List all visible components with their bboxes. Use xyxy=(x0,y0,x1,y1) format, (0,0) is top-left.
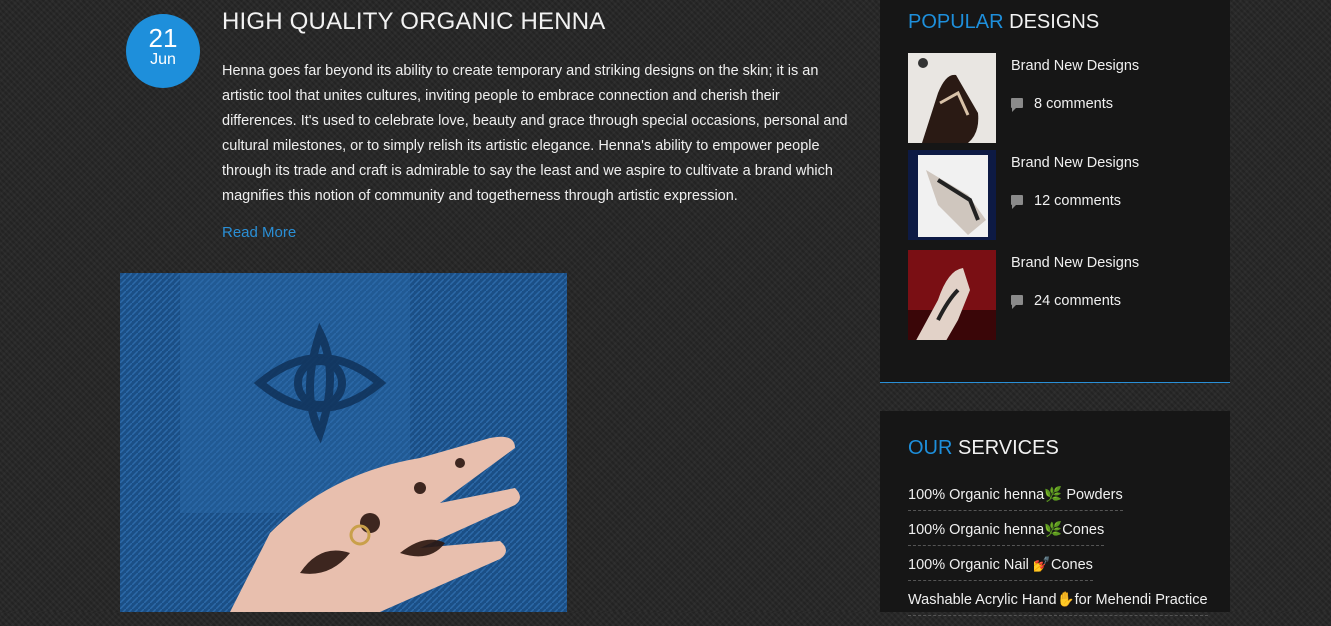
our-services-title: OUR SERVICES xyxy=(908,437,1059,460)
read-more-link[interactable]: Read More xyxy=(222,224,296,241)
service-item: 100% Organic henna🌿 Powders xyxy=(908,486,1208,521)
popular-item-comments[interactable]: 24 comments xyxy=(1011,293,1121,309)
popular-item[interactable]: Brand New Designs 12 comments xyxy=(908,150,1208,242)
services-list: 100% Organic henna🌿 Powders 100% Organic… xyxy=(908,486,1208,626)
popular-designs-widget: POPULAR DESIGNS Brand New Designs 8 comm… xyxy=(880,0,1230,383)
popular-item-thumbnail[interactable] xyxy=(908,53,996,143)
popular-item-title[interactable]: Brand New Designs xyxy=(1011,58,1139,74)
comment-icon xyxy=(1011,295,1023,309)
service-item: Washable Acrylic Hand✋for Mehendi Practi… xyxy=(908,591,1208,626)
popular-designs-title: POPULAR DESIGNS xyxy=(908,11,1099,34)
post-excerpt: Henna goes far beyond its ability to cre… xyxy=(222,63,848,204)
popular-item-title[interactable]: Brand New Designs xyxy=(1011,155,1139,171)
popular-item-thumbnail[interactable] xyxy=(908,250,996,340)
service-link[interactable]: Washable Acrylic Hand✋for Mehendi Practi… xyxy=(908,591,1208,616)
post-featured-image[interactable] xyxy=(120,273,567,612)
popular-item[interactable]: Brand New Designs 8 comments xyxy=(908,53,1208,145)
services-title-accent: OUR xyxy=(908,437,953,459)
popular-title-rest: DESIGNS xyxy=(1003,11,1100,33)
post-date-day: 21 xyxy=(148,23,178,53)
comment-count: 24 comments xyxy=(1034,293,1122,309)
comment-icon xyxy=(1011,98,1023,112)
comment-count: 12 comments xyxy=(1034,193,1122,209)
service-item: 100% Organic Nail 💅Cones xyxy=(908,556,1208,591)
comment-icon xyxy=(1011,195,1023,209)
popular-item[interactable]: Brand New Designs 24 comments xyxy=(908,250,1208,342)
popular-item-thumbnail[interactable] xyxy=(908,150,996,240)
popular-item-title[interactable]: Brand New Designs xyxy=(1011,255,1139,271)
popular-item-comments[interactable]: 8 comments xyxy=(1011,96,1113,112)
comment-count: 8 comments xyxy=(1034,96,1113,112)
post-title[interactable]: HIGH QUALITY ORGANIC HENNA xyxy=(222,8,605,36)
post-date-badge: 21 Jun xyxy=(126,14,200,88)
service-link[interactable]: 100% Organic henna🌿Cones xyxy=(908,521,1105,546)
service-link[interactable]: 100% Organic Nail 💅Cones xyxy=(908,556,1093,581)
popular-title-accent: POPULAR xyxy=(908,11,1004,33)
popular-item-comments[interactable]: 12 comments xyxy=(1011,193,1121,209)
post-date-month: Jun xyxy=(150,51,176,68)
services-title-rest: SERVICES xyxy=(952,437,1059,459)
our-services-widget: OUR SERVICES 100% Organic henna🌿 Powders… xyxy=(880,411,1230,616)
service-item: 100% Organic henna🌿Cones xyxy=(908,521,1208,556)
service-link[interactable]: 100% Organic henna🌿 Powders xyxy=(908,486,1123,511)
